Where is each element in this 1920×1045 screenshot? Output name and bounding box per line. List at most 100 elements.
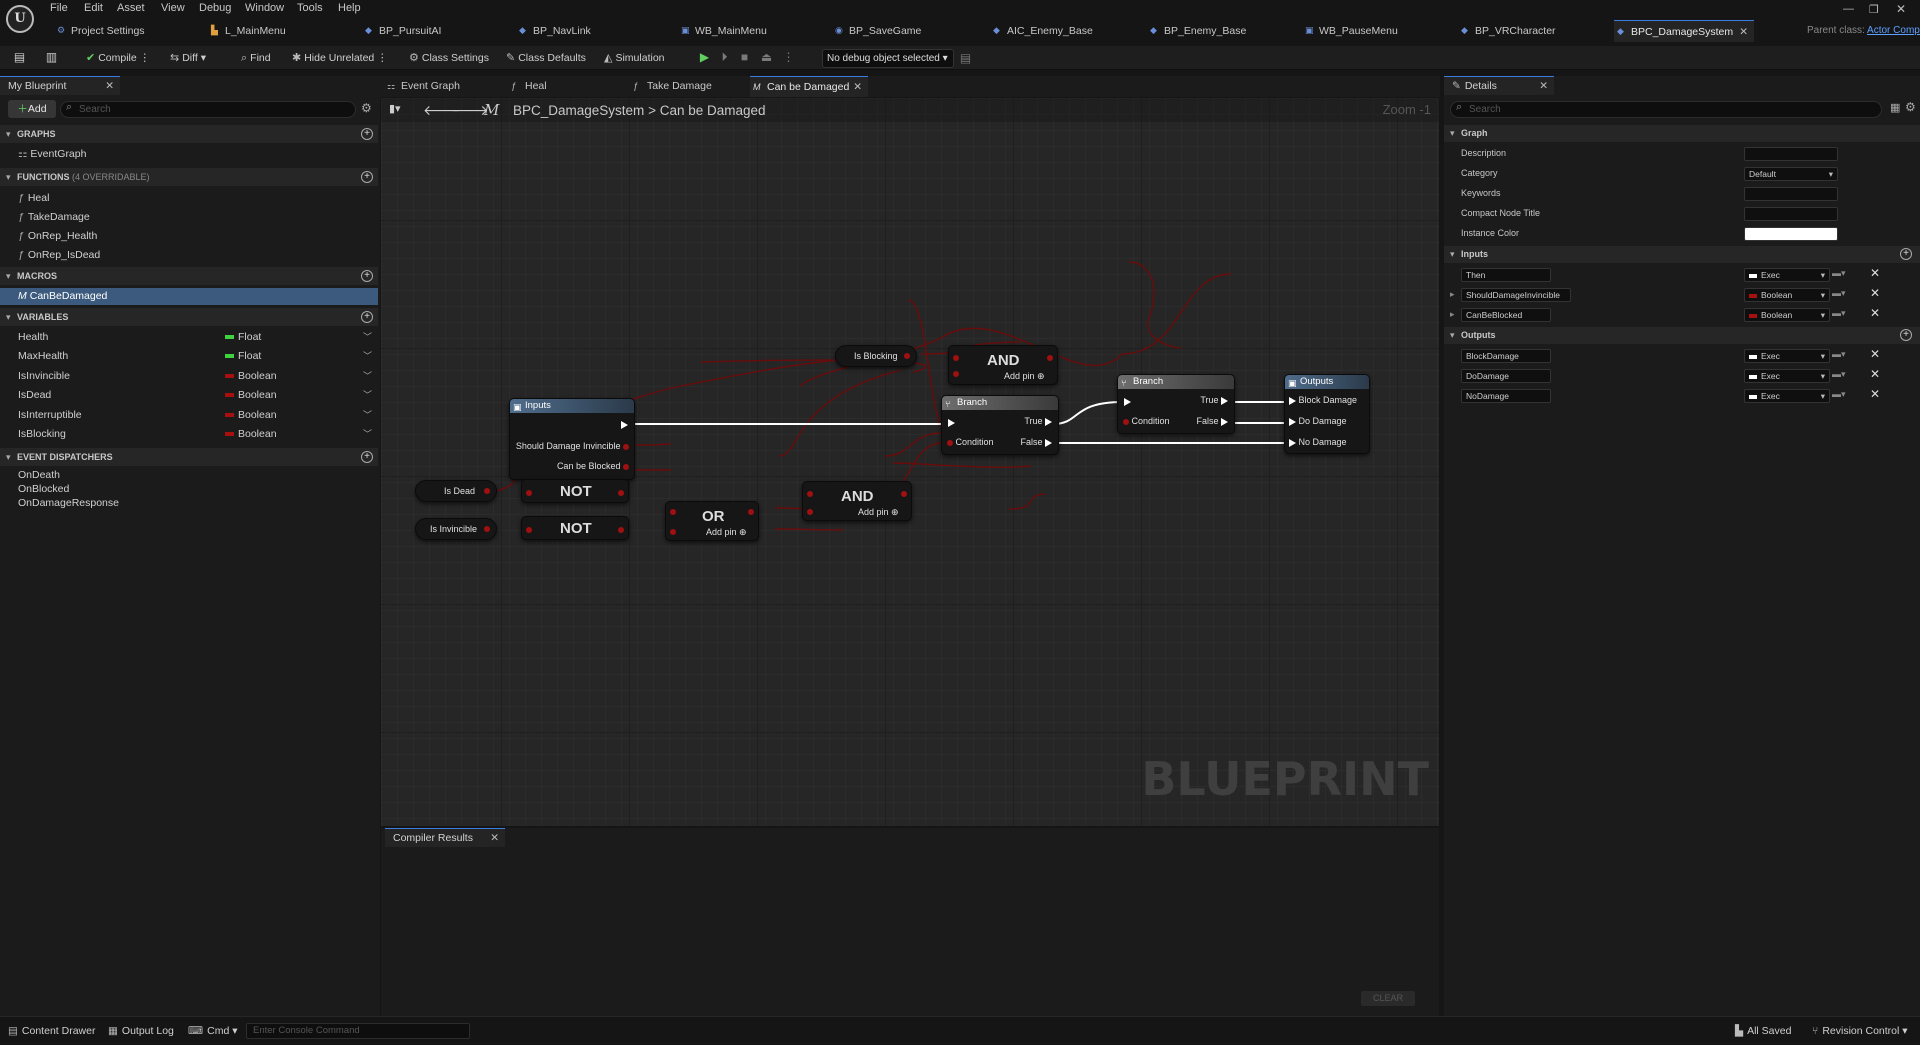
menu-tools[interactable]: Tools [297,2,323,14]
tab-can-be-damaged[interactable]: M Can be Damaged ✕ [750,76,868,97]
branch-true-pin[interactable]: True [1024,416,1052,426]
not-input-pin[interactable] [526,524,532,534]
and-add-pin-button[interactable]: Add pin ⊕ [858,507,899,518]
add-button[interactable]: ＋Add [8,100,56,118]
content-drawer-button[interactable]: ▤ Content Drawer [8,1025,95,1037]
chevron-down-icon[interactable]: ﹀ [363,348,372,365]
branch-false-pin[interactable]: False [1020,437,1052,447]
tab-wb-mainmenu[interactable]: ▣ WB_MainMenu [678,20,788,42]
expand-arrow-icon[interactable]: ▸ [1450,289,1455,300]
remove-output-icon[interactable]: ✕ [1870,387,1880,401]
table-view-icon[interactable]: ▦ [1890,101,1900,114]
menu-help[interactable]: Help [338,2,361,14]
pin-type-select[interactable]: Exec ▾ [1744,389,1830,403]
variable-item-maxhealth[interactable]: MaxHealth Float ﹀ [0,348,378,365]
tab-bp-pursuitai[interactable]: ◆ BP_PursuitAI [362,20,472,42]
pin-type-select[interactable]: Exec ▾ [1744,369,1830,383]
or-output-pin[interactable] [748,506,754,516]
remove-input-icon[interactable]: ✕ [1870,266,1880,280]
not-node-1[interactable]: NOT [521,479,629,503]
section-inputs[interactable]: ▾ Inputs + [1444,246,1920,263]
parent-class-link[interactable]: Actor Component [1867,25,1920,36]
category-select[interactable]: Default ▾ [1744,167,1838,181]
tab-event-graph[interactable]: ⚏ Event Graph [384,76,494,97]
add-function-icon[interactable]: + [361,171,373,183]
variable-type[interactable]: Float [225,348,261,365]
close-window-icon[interactable]: ✕ [1896,2,1906,16]
section-graph[interactable]: ▾ Graph [1444,125,1920,142]
tab-details[interactable]: ✎ Details ✕ [1444,76,1554,95]
tab-wb-pausemenu[interactable]: ▣ WB_PauseMenu [1302,20,1422,42]
details-search-input[interactable]: Search [1450,101,1882,118]
play-options-icon[interactable]: ⋮ [781,50,796,65]
tab-take-damage[interactable]: ƒ Take Damage [630,76,740,97]
debug-object-select[interactable]: No debug object selected ▾ [822,49,954,68]
function-item-takedamage[interactable]: ƒ TakeDamage [0,209,378,226]
and-add-pin-button[interactable]: Add pin ⊕ [1004,371,1045,382]
not-node-2[interactable]: NOT [521,516,629,540]
play-icon[interactable]: ▶ [697,50,712,65]
is-dead-node[interactable]: Is Dead [415,480,497,502]
not-input-pin[interactable] [526,487,532,497]
branch-false-pin[interactable]: False [1196,416,1228,426]
and-input-pin-a[interactable] [807,488,813,498]
find-button[interactable]: ⌕ Find [241,50,271,67]
or-input-pin-a[interactable] [670,506,676,516]
container-type-icon[interactable]: ▬▾ [1832,349,1846,360]
not-output-pin[interactable] [618,487,624,497]
keywords-field[interactable] [1744,187,1838,201]
input-name-field[interactable]: CanBeBlocked [1461,308,1551,322]
function-item-onrep-health[interactable]: ƒ OnRep_Health [0,228,378,245]
chevron-down-icon[interactable]: ﹀ [363,329,372,346]
variable-type[interactable]: Boolean [225,407,277,424]
container-type-icon[interactable]: ▬▾ [1832,288,1846,299]
add-variable-icon[interactable]: + [361,311,373,323]
output-name-field[interactable]: BlockDamage [1461,349,1551,363]
and-output-pin[interactable] [901,488,907,498]
expand-arrow-icon[interactable]: ▸ [1450,309,1455,320]
my-blueprint-search-input[interactable]: Search [60,101,356,118]
and-output-pin[interactable] [1047,352,1053,362]
variable-type[interactable]: Boolean [225,426,277,443]
variable-item-isinterruptible[interactable]: IsInterruptible Boolean ﹀ [0,407,378,424]
remove-input-icon[interactable]: ✕ [1870,286,1880,300]
output-name-field[interactable]: NoDamage [1461,389,1551,403]
add-output-icon[interactable]: + [1900,329,1912,341]
simulation-button[interactable]: ◭ Simulation [604,50,665,67]
menu-asset[interactable]: Asset [117,2,145,14]
eject-icon[interactable]: ⏏ [759,50,774,65]
all-saved-indicator[interactable]: ▙ All Saved [1735,1025,1791,1037]
menu-file[interactable]: File [50,2,68,14]
tab-bpc-damagesystem[interactable]: ◆ BPC_DamageSystem ✕ [1614,20,1754,42]
hide-unrelated-button[interactable]: ✱ Hide Unrelated ⋮ [292,50,388,67]
and-input-pin-a[interactable] [953,352,959,362]
not-output-pin[interactable] [618,524,624,534]
add-graph-icon[interactable]: + [361,128,373,140]
tab-bp-savegame[interactable]: ◉ BP_SaveGame [832,20,942,42]
pin-type-select[interactable]: Boolean ▾ [1744,308,1830,322]
tab-compiler-results[interactable]: Compiler Results ✕ [385,828,505,847]
menu-edit[interactable]: Edit [84,2,103,14]
is-dead-output-pin[interactable] [484,485,490,495]
dispatcher-item-ondamageresponse[interactable]: OnDamageResponse [0,495,378,512]
diff-button[interactable]: ⇆ Diff ▾ [170,50,206,67]
do-damage-pin[interactable]: Do Damage [1289,416,1347,426]
variable-item-isinvincible[interactable]: IsInvincible Boolean ﹀ [0,368,378,385]
clear-button[interactable]: CLEAR [1361,991,1415,1006]
restore-icon[interactable]: ❐ [1869,3,1879,16]
macro-item-canbedamaged[interactable]: M CanBeDamaged [0,288,378,305]
tab-heal[interactable]: ƒ Heal [508,76,608,97]
browse-icon[interactable]: ▥ [44,50,59,65]
section-outputs[interactable]: ▾ Outputs + [1444,327,1920,344]
is-blocking-output-pin[interactable] [904,350,910,360]
container-type-icon[interactable]: ▬▾ [1832,268,1846,279]
and-node-2[interactable]: AND Add pin ⊕ [948,345,1058,385]
section-variables[interactable]: ▾ VARIABLES + [0,308,378,326]
variable-item-isblocking[interactable]: IsBlocking Boolean ﹀ [0,426,378,443]
no-damage-pin[interactable]: No Damage [1289,437,1347,447]
graph-item-eventgraph[interactable]: ⚏ EventGraph [0,146,378,163]
container-type-icon[interactable]: ▬▾ [1832,389,1846,400]
is-invincible-node[interactable]: Is Invincible [415,518,497,540]
chevron-down-icon[interactable]: ﹀ [363,426,372,443]
compile-button[interactable]: ✔ Compile ⋮ [86,50,150,67]
